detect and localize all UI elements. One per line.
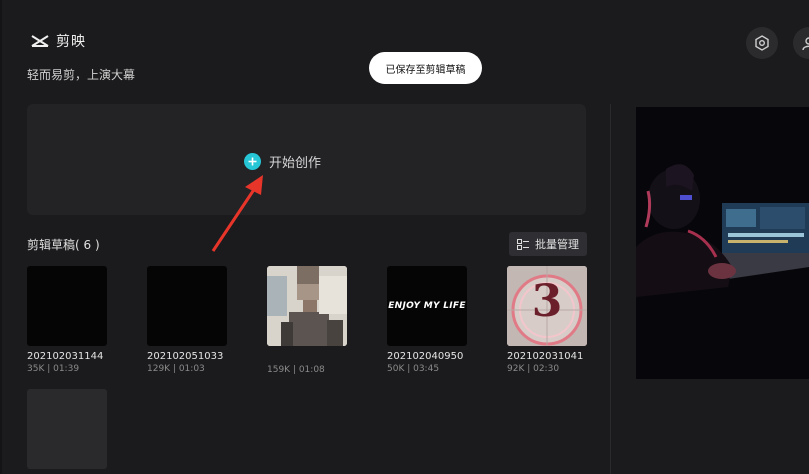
draft-card[interactable]: 159K | 01:08 <box>267 266 347 375</box>
drafts-title: 剪辑草稿( 6 ) <box>27 238 100 252</box>
draft-card[interactable]: 202102051033 129K | 01:03 <box>147 266 227 374</box>
draft-meta: 50K | 03:45 <box>387 364 440 374</box>
settings-button[interactable] <box>746 27 778 59</box>
user-icon <box>802 37 809 51</box>
draft-thumbnail[interactable] <box>147 266 227 346</box>
panel-divider <box>610 104 611 474</box>
draft-card[interactable]: ENJOY MY LIFE 202102040950 50K | 03:45 <box>387 266 467 374</box>
draft-name: 202102031144 <box>27 351 104 362</box>
pixelated-thumbnail-image <box>267 266 347 346</box>
capcut-logo-icon <box>31 35 49 47</box>
preview-scene <box>636 107 809 379</box>
thumbnail-caption: ENJOY MY LIFE <box>388 301 466 311</box>
draft-name: 202102031041 <box>507 351 584 362</box>
settings-icon <box>755 35 769 51</box>
plus-icon <box>244 153 261 170</box>
preview-image <box>636 107 809 379</box>
user-button[interactable] <box>793 27 809 59</box>
start-create-button[interactable]: 开始创作 <box>244 152 321 171</box>
draft-thumbnail[interactable] <box>27 389 107 469</box>
draft-thumbnail[interactable]: ENJOY MY LIFE <box>387 266 467 346</box>
draft-thumbnail[interactable] <box>267 266 347 346</box>
app-name: 剪映 <box>56 34 86 50</box>
draft-thumbnail[interactable]: 3 <box>507 266 587 346</box>
annotation-arrow <box>211 175 263 252</box>
draft-name: 202102051033 <box>147 351 224 362</box>
draft-name: 202102040950 <box>387 351 464 362</box>
draft-name <box>267 351 347 363</box>
app-slogan: 轻而易剪，上演大幕 <box>27 68 136 82</box>
app-logo: 剪映 <box>30 31 86 51</box>
draft-card[interactable]: 3 202102031041 92K | 02:30 <box>507 266 587 374</box>
draft-card[interactable] <box>27 389 107 469</box>
draft-meta: 159K | 01:08 <box>267 365 325 375</box>
draft-meta: 35K | 01:39 <box>27 364 80 374</box>
draft-thumbnail[interactable] <box>27 266 107 346</box>
save-toast: 已保存至剪辑草稿 <box>369 52 482 84</box>
batch-manage-label: 批量管理 <box>535 238 579 251</box>
draft-meta: 92K | 02:30 <box>507 364 560 374</box>
window-edge <box>0 0 2 474</box>
start-create-label: 开始创作 <box>269 156 322 171</box>
draft-card[interactable]: 202102031144 35K | 01:39 <box>27 266 107 374</box>
batch-manage-icon <box>517 238 529 250</box>
draft-meta: 129K | 01:03 <box>147 364 205 374</box>
batch-manage-button[interactable]: 批量管理 <box>509 232 587 256</box>
countdown-number: 3 <box>531 276 563 327</box>
